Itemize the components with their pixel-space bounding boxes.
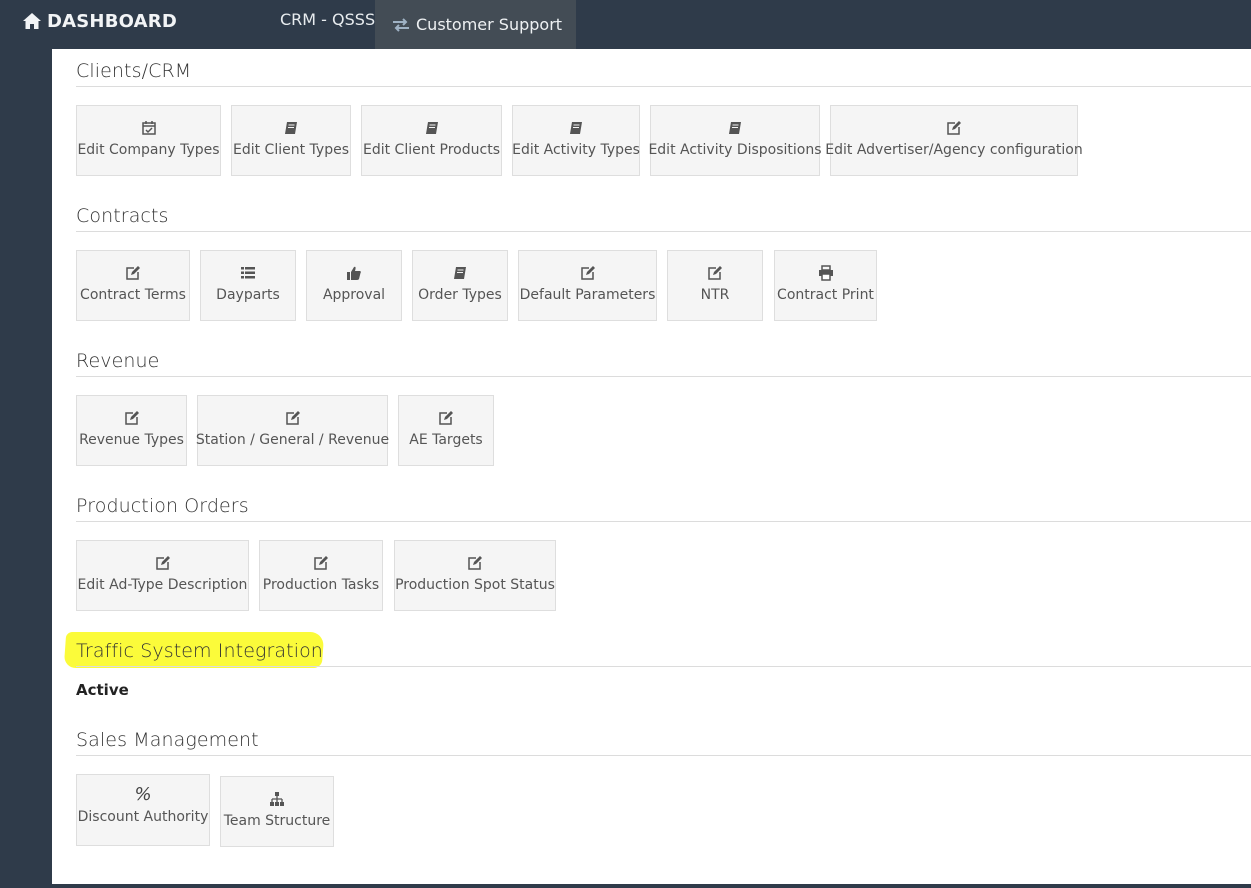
tile-edit-client-products[interactable]: Edit Client Products (361, 105, 502, 176)
tile-label: Dayparts (216, 287, 280, 303)
book-icon (567, 120, 585, 136)
section-title-contracts: Contracts (76, 205, 169, 227)
percent-icon: % (134, 784, 152, 805)
list-icon (239, 265, 257, 281)
tile-discount-authority[interactable]: % Discount Authority (76, 774, 210, 846)
tile-label: Edit Client Products (363, 142, 500, 158)
tile-station-general-revenue[interactable]: Station / General / Revenue (195, 395, 390, 466)
tile-label: Team Structure (223, 813, 331, 829)
tile-label: Order Types (418, 287, 502, 303)
section-title-revenue: Revenue (76, 350, 160, 372)
sitemap-icon (268, 791, 286, 807)
tile-edit-client-types[interactable]: Edit Client Types (231, 105, 351, 176)
section-title-sales-management: Sales Management (76, 729, 259, 751)
book-icon (282, 120, 300, 136)
section-divider (76, 755, 1251, 756)
tile-label: Approval (322, 287, 386, 303)
book-icon (423, 120, 441, 136)
tile-label: AE Targets (409, 432, 483, 448)
tile-edit-activity-dispositions[interactable]: Edit Activity Dispositions (648, 105, 822, 176)
tile-contract-print[interactable]: Contract Print (774, 250, 877, 321)
edit-icon (284, 410, 302, 426)
tile-edit-advertiser-agency-configuration[interactable]: Edit Advertiser/Agency configuration (825, 105, 1083, 176)
tile-label: Edit Ad-Type Description (77, 577, 248, 593)
section-title-traffic-system-integration: Traffic System Integration (76, 640, 323, 662)
tile-default-parameters[interactable]: Default Parameters (518, 250, 657, 321)
tile-label: Edit Client Types (233, 142, 349, 158)
edit-icon (579, 265, 597, 281)
tile-dayparts[interactable]: Dayparts (200, 250, 296, 321)
tile-label: Contract Print (777, 287, 874, 303)
tile-team-structure[interactable]: Team Structure (220, 776, 334, 847)
edit-icon (124, 265, 142, 281)
home-icon (23, 13, 41, 29)
tile-label: Edit Company Types (77, 142, 220, 158)
section-divider (76, 521, 1251, 522)
tile-label: Edit Activity Types (512, 142, 640, 158)
exchange-icon (393, 17, 409, 32)
section-divider (76, 666, 1251, 667)
tile-label: Revenue Types (79, 432, 184, 448)
tile-ae-targets[interactable]: AE Targets (398, 395, 494, 466)
book-icon (451, 265, 469, 281)
tile-ntr[interactable]: NTR (667, 250, 763, 321)
status-active: Active (76, 681, 129, 699)
tile-label: Discount Authority (77, 809, 209, 825)
tile-revenue-types[interactable]: Revenue Types (76, 395, 187, 466)
tile-label: Edit Advertiser/Agency configuration (825, 142, 1083, 158)
calendar-check-icon (140, 120, 158, 136)
tile-order-types[interactable]: Order Types (412, 250, 508, 321)
section-divider (76, 231, 1251, 232)
tile-contract-terms[interactable]: Contract Terms (76, 250, 190, 321)
print-icon (817, 265, 835, 281)
tile-production-tasks[interactable]: Production Tasks (259, 540, 383, 611)
tile-label: NTR (700, 287, 730, 303)
section-title-production-orders: Production Orders (76, 495, 249, 517)
edit-icon (706, 265, 724, 281)
book-icon (726, 120, 744, 136)
edit-icon (437, 410, 455, 426)
customer-support-tab[interactable]: Customer Support (375, 0, 576, 49)
section-divider (76, 376, 1251, 377)
dashboard-link[interactable]: DASHBOARD (22, 9, 177, 33)
main-content: Clients/CRM Edit Company Types Edit Clie… (52, 49, 1251, 884)
tile-label: Production Tasks (262, 577, 380, 593)
edit-icon (312, 555, 330, 571)
crm-module-link[interactable]: CRM - QSSS (280, 10, 375, 29)
section-title-clients: Clients/CRM (76, 60, 192, 82)
tile-label: Contract Terms (80, 287, 186, 303)
tile-label: Production Spot Status (395, 577, 555, 593)
dashboard-label: DASHBOARD (47, 10, 177, 32)
edit-icon (123, 410, 141, 426)
tile-production-spot-status[interactable]: Production Spot Status (394, 540, 556, 611)
thumbs-up-icon (345, 265, 363, 281)
edit-icon (466, 555, 484, 571)
tile-edit-activity-types[interactable]: Edit Activity Types (512, 105, 640, 176)
tile-label: Edit Activity Dispositions (648, 142, 822, 158)
tile-edit-company-types[interactable]: Edit Company Types (76, 105, 221, 176)
customer-support-label: Customer Support (416, 15, 563, 34)
tile-approval[interactable]: Approval (306, 250, 402, 321)
edit-icon (945, 120, 963, 136)
section-divider (76, 86, 1251, 87)
tile-label: Station / General / Revenue (195, 432, 390, 448)
edit-icon (154, 555, 172, 571)
tile-edit-ad-type-description[interactable]: Edit Ad-Type Description (76, 540, 249, 611)
top-navbar: DASHBOARD CRM - QSSS Customer Support (0, 0, 1251, 49)
tile-label: Default Parameters (519, 287, 656, 303)
